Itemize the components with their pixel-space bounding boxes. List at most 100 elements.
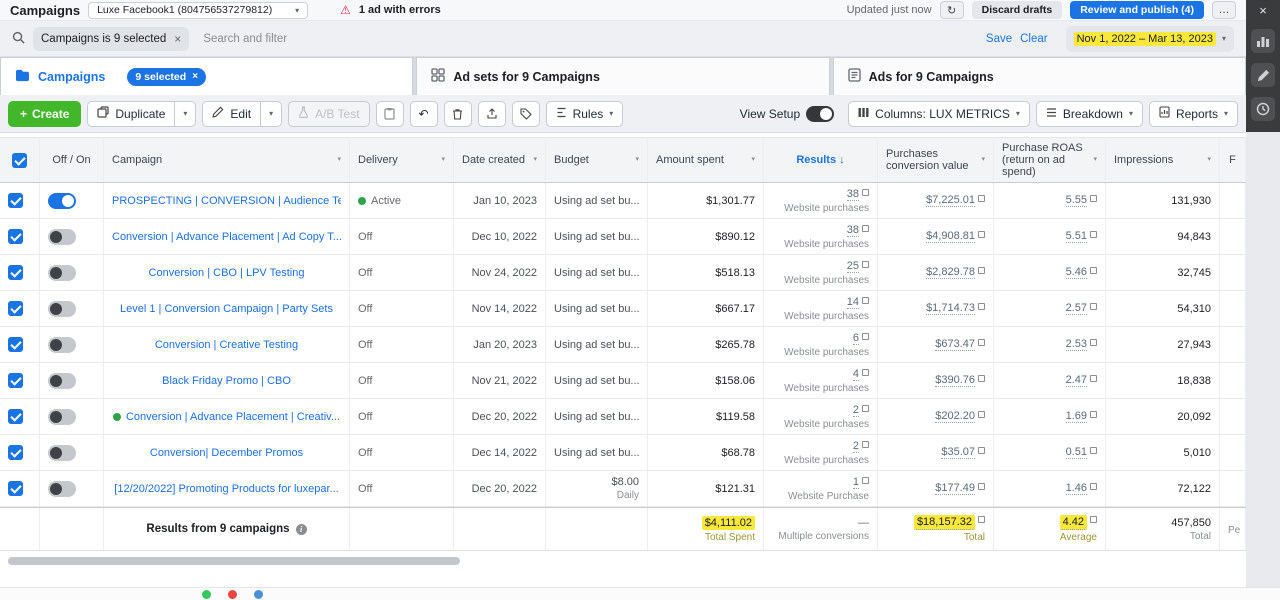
campaign-link[interactable]: Conversion | Advance Placement | Creativ…	[126, 411, 340, 423]
taskbar-icon[interactable]	[202, 589, 211, 599]
info-icon[interactable]: i	[295, 523, 307, 535]
remove-filter-icon[interactable]: ×	[174, 32, 181, 46]
charts-icon[interactable]	[1251, 29, 1275, 53]
export-icon[interactable]	[477, 100, 506, 127]
column-header[interactable]: Results ↓	[764, 138, 878, 182]
campaign-link[interactable]: Black Friday Promo | CBO	[162, 375, 291, 387]
roas-value[interactable]: 1.46	[1065, 482, 1087, 495]
delete-icon[interactable]	[443, 100, 472, 127]
tab-campaigns[interactable]: Campaigns 9 selected ×	[0, 57, 414, 95]
conversion-value[interactable]: $673.47	[935, 338, 975, 351]
conversion-value[interactable]: $7,225.01	[926, 194, 975, 207]
row-checkbox[interactable]	[8, 301, 23, 316]
column-header[interactable]: Delivery ▾	[350, 138, 454, 182]
roas-value[interactable]: 2.47	[1065, 374, 1087, 387]
roas-value[interactable]: 2.57	[1065, 302, 1087, 315]
column-header[interactable]: F	[1220, 138, 1246, 182]
campaign-link[interactable]: PROSPECTING | CONVERSION | Audience Te..…	[112, 195, 341, 207]
row-checkbox[interactable]	[8, 373, 23, 388]
results-value[interactable]: 4	[852, 368, 859, 381]
tab-ad-sets[interactable]: Ad sets for 9 Campaigns	[416, 57, 830, 95]
conversion-value[interactable]: $35.07	[941, 446, 975, 459]
taskbar-icon[interactable]	[228, 589, 237, 599]
discard-drafts-button[interactable]: Discard drafts	[971, 1, 1063, 19]
conversion-value[interactable]: $390.76	[935, 374, 975, 387]
row-checkbox[interactable]	[8, 445, 23, 460]
results-value[interactable]: 1	[852, 476, 859, 489]
column-header[interactable]: Date created ▾	[454, 138, 546, 182]
close-icon[interactable]: ×	[1259, 3, 1267, 19]
column-header[interactable]: Off / On	[40, 138, 104, 182]
save-filter-link[interactable]: Save	[986, 33, 1012, 45]
conversion-value[interactable]: $4,908.81	[926, 230, 975, 243]
row-checkbox[interactable]	[8, 229, 23, 244]
conversion-value[interactable]: $202.20	[935, 410, 975, 423]
campaign-status-toggle[interactable]	[48, 192, 76, 209]
roas-value[interactable]: 1.69	[1065, 410, 1087, 423]
column-header[interactable]: Amount spent ▾	[648, 138, 764, 182]
clipboard-icon[interactable]	[375, 100, 404, 127]
search-input[interactable]: Search and filter	[203, 33, 978, 45]
history-clock-icon[interactable]	[1251, 97, 1275, 121]
campaign-link[interactable]: Conversion | Advance Placement | Ad Copy…	[112, 231, 341, 243]
refresh-icon[interactable]: ↻	[939, 1, 964, 19]
tab-ads[interactable]: Ads for 9 Campaigns	[832, 57, 1246, 95]
roas-value[interactable]: 0.51	[1065, 446, 1087, 459]
row-checkbox[interactable]	[8, 337, 23, 352]
column-header[interactable]: Purchase ROAS (return on ad spend) ▾	[994, 138, 1106, 182]
row-checkbox[interactable]	[8, 193, 23, 208]
rules-button[interactable]: Rules ▾	[545, 100, 624, 127]
conversion-value[interactable]: $2,829.78	[926, 266, 975, 279]
column-header[interactable]: Budget ▾	[546, 138, 648, 182]
conversion-value[interactable]: $1,714.73	[926, 302, 975, 315]
duplicate-menu-button[interactable]: ▾	[174, 100, 197, 127]
selected-count-badge[interactable]: 9 selected ×	[127, 67, 207, 86]
campaign-status-toggle[interactable]	[48, 300, 76, 317]
results-value[interactable]: 2	[852, 404, 859, 417]
results-value[interactable]: 38	[846, 188, 859, 201]
results-value[interactable]: 25	[846, 260, 859, 273]
edit-button[interactable]: Edit	[202, 100, 261, 127]
create-button[interactable]: + Create	[8, 100, 82, 127]
taskbar-icon[interactable]	[254, 589, 263, 599]
results-value[interactable]: 14	[846, 296, 859, 309]
campaign-status-toggle[interactable]	[48, 444, 76, 461]
breakdown-button[interactable]: Breakdown ▾	[1035, 100, 1143, 127]
reports-button[interactable]: Reports ▾	[1148, 100, 1238, 127]
roas-value[interactable]: 5.51	[1065, 230, 1087, 243]
view-setup-toggle[interactable]	[806, 105, 835, 122]
column-header[interactable]: Impressions ▾	[1106, 138, 1220, 182]
roas-value[interactable]: 5.55	[1065, 194, 1087, 207]
campaign-link[interactable]: Conversion | CBO | LPV Testing	[149, 267, 305, 279]
campaign-link[interactable]: Level 1 | Conversion Campaign | Party Se…	[120, 303, 333, 315]
campaign-link[interactable]: [12/20/2022] Promoting Products for luxe…	[114, 483, 338, 495]
horizontal-scrollbar[interactable]	[8, 557, 460, 565]
clear-filter-link[interactable]: Clear	[1020, 33, 1047, 45]
roas-average-value[interactable]: 4.42	[1059, 515, 1087, 530]
row-checkbox[interactable]	[8, 265, 23, 280]
results-value[interactable]: 6	[852, 332, 859, 345]
roas-value[interactable]: 2.53	[1065, 338, 1087, 351]
review-publish-button[interactable]: Review and publish (4)	[1070, 1, 1204, 19]
ad-account-selector[interactable]: Luxe Facebook1 (804756537279812) ▾	[88, 1, 309, 19]
column-header[interactable]: Campaign ▾	[104, 138, 350, 182]
roas-value[interactable]: 5.46	[1065, 266, 1087, 279]
row-checkbox[interactable]	[8, 481, 23, 496]
column-header[interactable]: Purchases conversion value ▾	[878, 138, 994, 182]
campaign-status-toggle[interactable]	[48, 264, 76, 281]
date-range-selector[interactable]: Nov 1, 2022 – Mar 13, 2023 ▾	[1065, 25, 1234, 52]
edit-menu-button[interactable]: ▾	[260, 100, 283, 127]
edit-icon[interactable]	[1251, 63, 1275, 87]
campaign-status-toggle[interactable]	[48, 228, 76, 245]
campaign-status-toggle[interactable]	[48, 408, 76, 425]
tag-icon[interactable]	[511, 100, 540, 127]
campaign-link[interactable]: Conversion | Creative Testing	[155, 339, 298, 351]
errors-count-label[interactable]: 1 ad with errors	[359, 4, 441, 16]
more-options-icon[interactable]: …	[1212, 1, 1236, 19]
select-all-checkbox[interactable]	[12, 152, 27, 168]
duplicate-button[interactable]: Duplicate	[87, 100, 175, 127]
results-value[interactable]: 38	[846, 224, 859, 237]
row-checkbox[interactable]	[8, 409, 23, 424]
columns-button[interactable]: Columns: LUX METRICS ▾	[848, 100, 1030, 127]
conversion-total-value[interactable]: $18,157.32	[913, 515, 975, 530]
